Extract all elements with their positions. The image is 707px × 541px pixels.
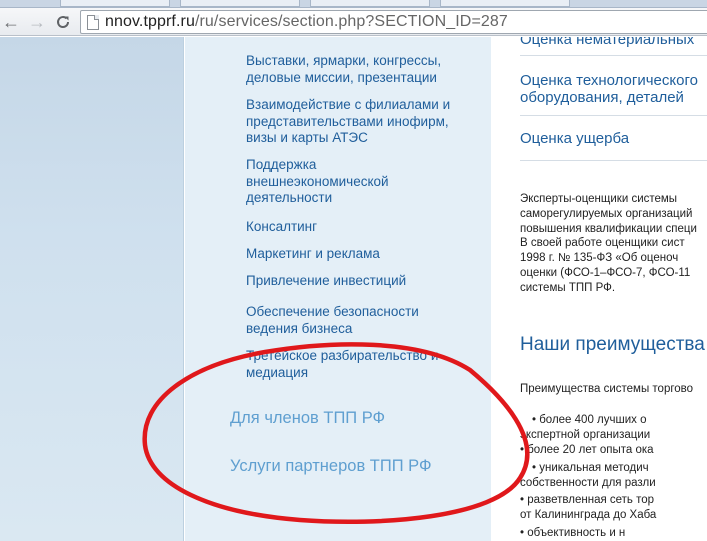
left-background <box>0 37 184 541</box>
url-path: /ru/services/section.php?SECTION_ID=287 <box>194 13 508 30</box>
sidebar-item-investments[interactable]: Привлечение инвестиций <box>246 273 481 290</box>
intro-line: повышения квалификации специ <box>520 222 697 235</box>
list-item: • объективность и н <box>520 527 626 539</box>
divider <box>520 55 707 56</box>
advantages-heading: Наши преимущества <box>520 334 705 355</box>
intro-line: В своей работе оценщики сист <box>520 237 685 250</box>
sidebar-item-foreign-firms[interactable]: Взаимодействие с филиалами и представите… <box>246 97 481 147</box>
sidebar-item-foreign-trade[interactable]: Поддержка внешнеэкономической деятельнос… <box>246 157 416 207</box>
intro-line: саморегулируемых организаций <box>520 207 693 220</box>
browser-tab[interactable] <box>440 0 570 7</box>
main-content: Оценка нематериальных Оценка технологиче… <box>491 37 707 541</box>
advantages-intro: Преимущества системы торгово <box>520 383 694 395</box>
reload-button[interactable] <box>52 11 74 33</box>
intro-paragraph: Эксперты-оценщики системы саморегулируем… <box>520 192 707 296</box>
browser-window: ← → nnov.tpprf.ru/ru/services/section.ph… <box>0 0 707 541</box>
url-text: nnov.tpprf.ru/ru/services/section.php?SE… <box>105 13 508 31</box>
intro-line: оценки (ФСО-1–ФСО-7, ФСО-11 <box>520 266 691 279</box>
intro-line: системы ТПП РФ. <box>520 281 616 294</box>
forward-button[interactable]: → <box>26 11 48 33</box>
browser-tab[interactable] <box>310 0 430 7</box>
service-link-intangible[interactable]: Оценка нематериальных <box>520 37 707 48</box>
url-host: nnov.tpprf.ru <box>105 13 195 30</box>
divider <box>520 160 707 161</box>
services-sidebar: Выставки, ярмарки, конгрессы, деловые ми… <box>185 37 491 541</box>
intro-line: Эксперты-оценщики системы <box>520 193 678 205</box>
list-item-continuation: собственности для разли <box>520 477 656 489</box>
arrow-left-icon: ← <box>2 11 20 32</box>
service-link-equipment-line2: оборудования, деталей <box>520 89 684 106</box>
arrow-right-icon: → <box>28 11 46 32</box>
sidebar-item-business-security[interactable]: Обеспечение безопасности ведения бизнеса <box>246 304 446 337</box>
reload-icon <box>57 16 70 28</box>
list-item: • более 20 лет опыта ока <box>520 444 654 456</box>
browser-toolbar: ← → nnov.tpprf.ru/ru/services/section.ph… <box>0 8 707 36</box>
sidebar-item-marketing[interactable]: Маркетинг и реклама <box>246 246 481 263</box>
address-bar[interactable]: nnov.tpprf.ru/ru/services/section.php?SE… <box>80 10 707 34</box>
browser-tab[interactable] <box>180 0 300 7</box>
list-item: • уникальная методич <box>532 462 649 474</box>
service-link-damage[interactable]: Оценка ущерба <box>520 130 707 147</box>
divider <box>520 115 707 116</box>
sidebar-item-arbitration[interactable]: Третейское разбирательство и медиация <box>246 348 471 381</box>
section-link-members[interactable]: Для членов ТПП РФ <box>230 409 385 428</box>
list-item: • разветвленная сеть тор <box>520 494 655 506</box>
list-item-continuation: экспертной организации <box>520 429 651 441</box>
page-icon <box>87 15 99 30</box>
sidebar-item-exhibitions[interactable]: Выставки, ярмарки, конгрессы, деловые ми… <box>246 53 481 86</box>
back-button[interactable]: ← <box>0 11 22 33</box>
section-link-partners[interactable]: Услуги партнеров ТПП РФ <box>230 457 432 476</box>
intro-line: 1998 г. № 135-ФЗ «Об оценоч <box>520 252 679 265</box>
tab-strip <box>0 0 707 8</box>
browser-tab[interactable] <box>60 0 170 7</box>
list-item: • более 400 лучших о <box>532 414 647 426</box>
service-link-equipment[interactable]: Оценка технологического оборудования, де… <box>520 72 707 106</box>
list-item-continuation: от Калининграда до Хаба <box>520 509 657 521</box>
service-link-equipment-line1: Оценка технологического <box>520 72 698 89</box>
sidebar-item-consulting[interactable]: Консалтинг <box>246 219 481 236</box>
web-page: Выставки, ярмарки, конгрессы, деловые ми… <box>0 37 707 541</box>
